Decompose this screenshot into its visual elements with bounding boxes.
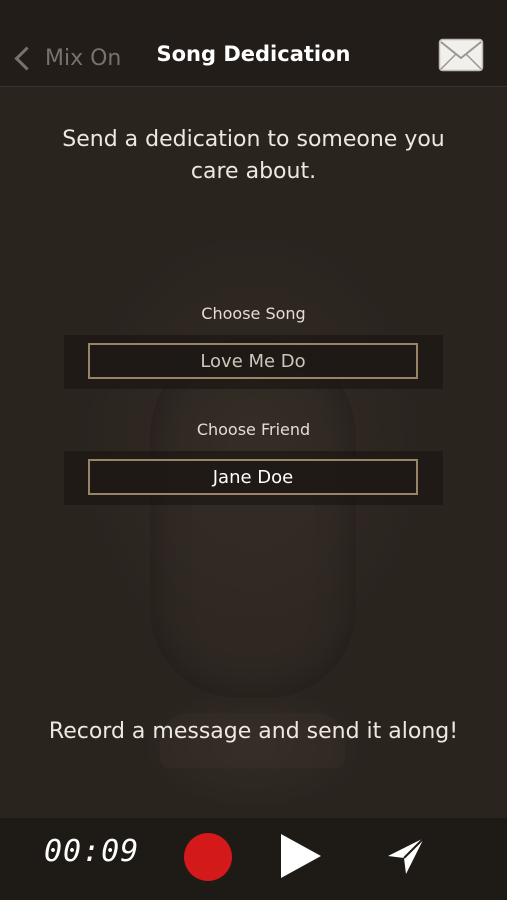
choose-song-field[interactable]: Love Me Do bbox=[88, 343, 418, 379]
record-icon[interactable] bbox=[184, 833, 232, 881]
navigation-bar: Mix On Song Dedication bbox=[0, 0, 507, 87]
intro-text: Send a dedication to someone you care ab… bbox=[62, 127, 445, 184]
envelope-icon[interactable] bbox=[438, 38, 484, 72]
send-icon[interactable] bbox=[384, 834, 428, 878]
choose-friend-field[interactable]: Jane Doe bbox=[88, 459, 418, 495]
page-title: Song Dedication bbox=[156, 42, 351, 66]
play-icon[interactable] bbox=[281, 834, 321, 878]
record-prompt-text: Record a message and send it along! bbox=[48, 719, 459, 744]
microphone-silhouette bbox=[150, 338, 356, 698]
recording-controls-bar: 00:09 bbox=[0, 818, 507, 900]
recording-timer: 00:09 bbox=[44, 834, 140, 869]
choose-friend-label: Choose Friend bbox=[196, 420, 311, 439]
choose-song-label: Choose Song bbox=[201, 304, 306, 323]
